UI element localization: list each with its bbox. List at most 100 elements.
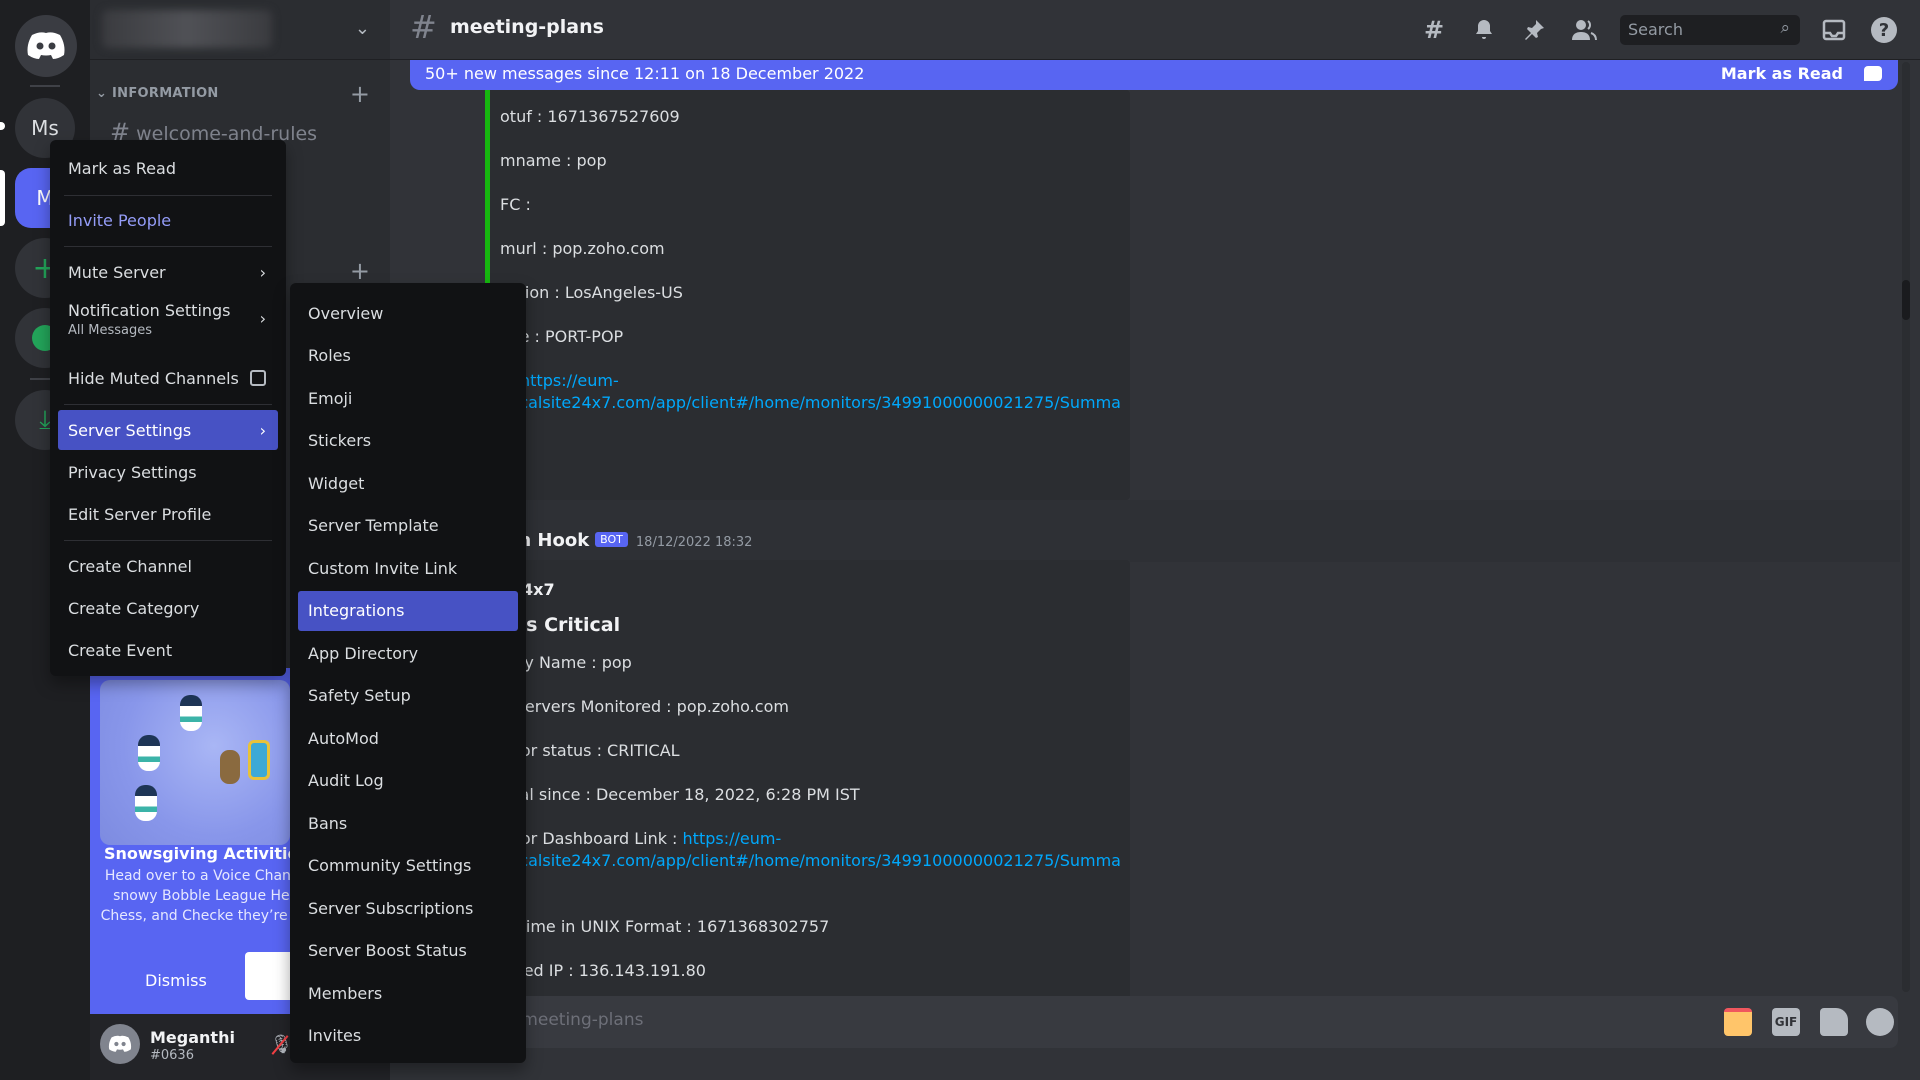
mark-as-read-button[interactable]: Mark as Read [1721, 64, 1843, 83]
search-placeholder: Search [1628, 20, 1683, 39]
menu-separator [64, 195, 272, 196]
menu-item-create-channel[interactable]: Create Channel [58, 546, 278, 586]
menu-item-create-category[interactable]: Create Category [58, 588, 278, 628]
help-icon[interactable]: ? [1870, 16, 1898, 44]
menu-item-hide-muted-channels[interactable]: Hide Muted Channels [58, 358, 278, 398]
embed-field: FC : [500, 195, 531, 214]
chevron-down-icon[interactable]: ⌄ [355, 18, 370, 39]
menu-item-label: Hide Muted Channels [68, 368, 239, 388]
monitor-link[interactable]: .localsite24x7.com/app/client#/home/moni… [500, 393, 1121, 412]
gift-icon[interactable] [1724, 1008, 1752, 1036]
menu-item-privacy-settings[interactable]: Privacy Settings [58, 452, 278, 492]
menu-item-mute-server[interactable]: Mute Server › [58, 252, 278, 292]
username: Meganthi [150, 1028, 235, 1047]
menu-separator [64, 246, 272, 247]
submenu-item-app-directory[interactable]: App Directory [298, 633, 518, 673]
discord-logo-icon [27, 32, 65, 59]
snowman-figure [138, 735, 160, 771]
scrollbar-thumb[interactable] [1902, 280, 1910, 320]
menu-separator [64, 404, 272, 405]
menu-item-label: Server Boost Status [308, 941, 467, 960]
submenu-item-server-template[interactable]: Server Template [298, 506, 518, 546]
new-messages-banner[interactable]: 50+ new messages since 12:11 on 18 Decem… [410, 60, 1898, 90]
member-list-icon[interactable] [1570, 16, 1598, 44]
rail-separator [30, 85, 60, 87]
menu-item-label: Invite People [68, 210, 172, 230]
gif-icon[interactable]: GIF [1772, 1008, 1800, 1036]
create-channel-icon[interactable]: + [350, 80, 370, 108]
server-context-menu: Mark as Read Invite People Mute Server › … [50, 140, 286, 676]
menu-item-invite-people[interactable]: Invite People [58, 200, 278, 240]
message-header: ain Hook BOT 18/12/2022 18:32 [500, 530, 752, 551]
submenu-item-integrations[interactable]: Integrations [298, 590, 518, 631]
snowsgiving-promo: Snowsgiving Activities a Head over to a … [90, 668, 331, 1014]
dismiss-button[interactable]: Dismiss [145, 971, 207, 990]
embed-field: cation : LosAngeles-US [500, 283, 683, 302]
server-label: Ms [31, 116, 59, 140]
embed-field: nitor Dashboard Link : https://eum- [500, 829, 781, 848]
menu-item-edit-server-profile[interactable]: Edit Server Profile [58, 494, 278, 534]
emoji-icon[interactable] [1866, 1008, 1894, 1036]
create-channel-icon[interactable]: + [350, 257, 370, 285]
embed-field: murl : pop.zoho.com [500, 239, 665, 258]
submenu-item-audit-log[interactable]: Audit Log [298, 761, 518, 801]
checkbox[interactable] [250, 370, 266, 386]
submenu-item-bans[interactable]: Bans [298, 803, 518, 843]
menu-item-label: Bans [308, 813, 348, 833]
dashboard-link[interactable]: .localsite24x7.com/app/client#/home/moni… [500, 851, 1121, 870]
submenu-item-widget[interactable]: Widget [298, 463, 518, 503]
discord-home-button[interactable] [15, 15, 77, 77]
submenu-item-roles[interactable]: Roles [298, 336, 518, 376]
snowman-figure [180, 695, 202, 731]
embed-field: P Servers Monitored : pop.zoho.com [500, 697, 789, 716]
menu-item-label: Server Template [308, 516, 439, 535]
threads-icon[interactable]: # [1420, 16, 1448, 44]
menu-item-create-event[interactable]: Create Event [58, 630, 278, 670]
chevron-right-icon: › [259, 420, 266, 440]
menu-item-mark-as-read[interactable]: Mark as Read [58, 148, 278, 188]
menu-item-label: App Directory [308, 643, 419, 663]
category-information[interactable]: ⌄ INFORMATION [96, 86, 219, 101]
avatar[interactable] [100, 1024, 140, 1064]
menu-item-sublabel: All Messages [68, 323, 152, 338]
inbox-icon[interactable] [1820, 16, 1848, 44]
submenu-item-stickers[interactable]: Stickers [298, 421, 518, 461]
submenu-item-server-subscriptions[interactable]: Server Subscriptions [298, 888, 518, 928]
submenu-item-automod[interactable]: AutoMod [298, 718, 518, 758]
submenu-item-members[interactable]: Members [298, 973, 518, 1013]
promo-image [100, 680, 290, 845]
new-messages-text: 50+ new messages since 12:11 on 18 Decem… [425, 64, 865, 83]
scrollbar-track[interactable] [1902, 62, 1910, 992]
sticker-icon[interactable] [1820, 1008, 1848, 1036]
dashboard-link[interactable]: https://eum- [683, 829, 782, 848]
menu-item-label: Emoji [308, 388, 353, 408]
submenu-item-safety-setup[interactable]: Safety Setup [298, 676, 518, 716]
selected-indicator [0, 170, 5, 226]
server-settings-submenu: Overview Roles Emoji Stickers Widget Server T… [290, 283, 526, 1063]
menu-item-label: Integrations [308, 601, 405, 620]
submenu-item-overview[interactable]: Overview [298, 293, 518, 333]
menu-item-server-settings[interactable]: Server Settings › [58, 410, 278, 450]
menu-item-label: Invites [308, 1026, 362, 1045]
menu-item-label: AutoMod [308, 728, 379, 748]
bell-icon[interactable] [1470, 16, 1498, 44]
embed-field: otuf : 1671367527609 [500, 107, 680, 126]
message-input[interactable]: age #meeting-plans GIF [410, 996, 1898, 1048]
menu-item-label: Roles [308, 346, 351, 365]
category-label: INFORMATION [112, 86, 219, 101]
menu-separator [64, 540, 272, 541]
bot-badge: BOT [595, 532, 628, 547]
menu-item-notification-settings[interactable]: Notification Settings All Messages › [58, 295, 278, 345]
search-input[interactable]: Search ⌕ [1620, 15, 1800, 45]
menu-item-label: Widget [308, 473, 365, 493]
monitor-link[interactable]: https://eum- [520, 371, 619, 390]
submenu-item-custom-invite-link[interactable]: Custom Invite Link [298, 548, 518, 588]
menu-item-label: Edit Server Profile [68, 504, 212, 524]
submenu-item-server-boost-status[interactable]: Server Boost Status [298, 931, 518, 971]
submenu-item-emoji[interactable]: Emoji [298, 378, 518, 418]
pin-icon[interactable] [1520, 16, 1548, 44]
snowman-figure [135, 785, 157, 821]
server-header[interactable]: ⌄ [90, 0, 390, 60]
submenu-item-invites[interactable]: Invites [298, 1016, 518, 1056]
submenu-item-community-settings[interactable]: Community Settings [298, 846, 518, 886]
